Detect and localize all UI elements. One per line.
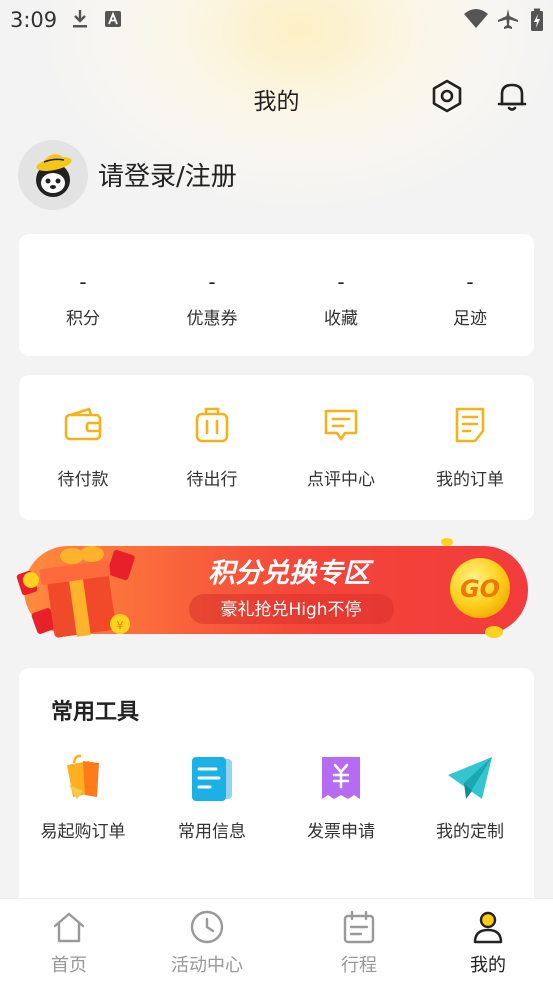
order-list-icon <box>455 407 485 443</box>
stat-label: 收藏 <box>324 309 358 329</box>
tool-label: 我的定制 <box>436 822 504 842</box>
airplane-icon <box>498 9 518 29</box>
battery-icon <box>531 8 543 31</box>
stat-label: 优惠券 <box>186 309 238 329</box>
status-time: 3:09 <box>10 8 58 32</box>
download-icon <box>73 10 87 28</box>
tool-label: 常用信息 <box>178 822 246 842</box>
stat-value: - <box>79 270 87 294</box>
tab-label: 我的 <box>470 955 506 976</box>
tool-common-info[interactable]: 常用信息 <box>148 753 276 853</box>
stat-value: - <box>466 270 474 294</box>
order-pending-payment[interactable]: 待付款 <box>19 375 147 520</box>
tab-home[interactable]: 首页 <box>0 899 138 983</box>
tools-title: 常用工具 <box>51 700 140 725</box>
banner-title: 积分兑换专区 <box>208 558 374 589</box>
page-title: 我的 <box>253 89 300 115</box>
order-label: 待出行 <box>186 470 238 490</box>
order-review-center[interactable]: 点评中心 <box>277 375 405 520</box>
home-icon <box>53 912 85 943</box>
stat-points[interactable]: - 积分 <box>19 234 147 356</box>
coin-icon <box>441 538 453 546</box>
stat-footprints[interactable]: - 足迹 <box>406 234 534 356</box>
orders-card: 待付款 待出行 点评中心 我的订单 <box>19 375 534 520</box>
go-button[interactable]: GO <box>450 558 510 618</box>
order-pending-travel[interactable]: 待出行 <box>148 375 276 520</box>
svg-text:¥: ¥ <box>117 619 124 632</box>
status-bar: 3:09 <box>0 0 553 40</box>
bottom-tab-bar: 首页 活动中心 行程 我的 <box>0 898 553 983</box>
banner-subtitle: 豪礼抢兑High不停 <box>220 599 361 620</box>
document-icon <box>192 757 232 801</box>
clock-icon <box>190 910 224 944</box>
luggage-icon <box>195 407 229 443</box>
login-register-link[interactable]: 请登录/注册 <box>98 156 237 193</box>
bell-icon[interactable] <box>494 78 530 114</box>
tool-easy-purchase-orders[interactable]: 易起购订单 <box>19 753 147 853</box>
stat-favorites[interactable]: - 收藏 <box>277 234 405 356</box>
invoice-icon <box>322 757 360 799</box>
wifi-icon <box>464 9 488 28</box>
user-icon <box>473 911 503 944</box>
tab-itinerary[interactable]: 行程 <box>290 899 428 983</box>
stat-value: - <box>208 270 216 294</box>
settings-icon[interactable] <box>429 78 465 114</box>
order-label: 点评中心 <box>307 470 375 490</box>
stat-label: 积分 <box>66 309 100 329</box>
tools-card: 常用工具 易起购订单 常用信息 发票申请 我的定制 <box>19 668 534 908</box>
stat-value: - <box>337 270 345 294</box>
tool-invoice-request[interactable]: 发票申请 <box>277 753 405 853</box>
go-label: GO <box>460 575 500 603</box>
tool-my-customization[interactable]: 我的定制 <box>406 753 534 853</box>
keyboard-a-icon <box>105 11 121 27</box>
tab-label: 行程 <box>341 955 377 976</box>
tab-my[interactable]: 我的 <box>419 899 553 983</box>
tab-activity-center[interactable]: 活动中心 <box>138 899 276 983</box>
tab-label: 首页 <box>51 955 87 976</box>
mascot-avatar-icon <box>36 154 72 197</box>
wallet-icon <box>64 407 102 441</box>
order-label: 我的订单 <box>436 470 504 490</box>
paper-plane-icon <box>448 757 492 799</box>
avatar[interactable] <box>18 140 88 210</box>
stats-card: - 积分 - 优惠券 - 收藏 - 足迹 <box>19 234 534 356</box>
tool-label: 发票申请 <box>307 822 375 842</box>
shopping-bag-icon <box>67 754 99 799</box>
order-my-orders[interactable]: 我的订单 <box>406 375 534 520</box>
calendar-icon <box>343 910 375 944</box>
stat-label: 足迹 <box>453 309 487 329</box>
tool-label: 易起购订单 <box>40 822 126 842</box>
coin-icon <box>485 626 503 638</box>
order-label: 待付款 <box>57 470 109 490</box>
stat-coupons[interactable]: - 优惠券 <box>148 234 276 356</box>
review-icon <box>324 409 358 441</box>
tab-label: 活动中心 <box>171 955 243 976</box>
points-exchange-banner[interactable]: ¥ 积分兑换专区 豪礼抢兑High不停 GO <box>14 530 534 650</box>
